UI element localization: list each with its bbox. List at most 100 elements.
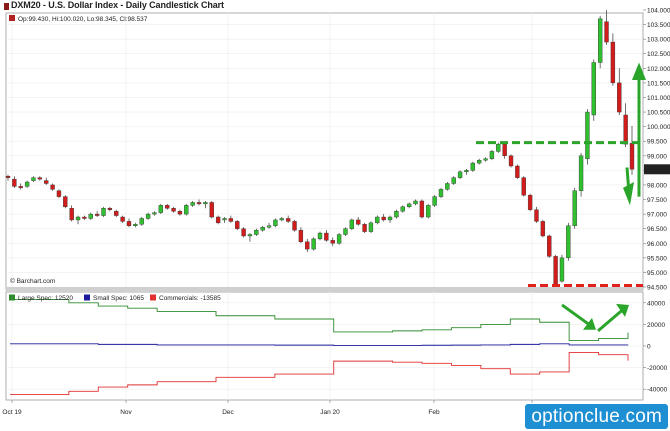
price-tick-label: 95.000 xyxy=(647,270,667,277)
cot-tick-label: 0 xyxy=(647,344,651,351)
candle-down xyxy=(107,208,113,210)
source-label: © Barchart.com xyxy=(10,277,55,285)
candle-down xyxy=(177,210,183,215)
candle-up xyxy=(597,18,603,63)
candle-down xyxy=(521,177,526,196)
candle-up xyxy=(343,228,348,235)
candle-up xyxy=(445,183,450,190)
candle-up xyxy=(145,213,151,219)
price-tick-label: 94.500 xyxy=(647,285,667,292)
candle-up xyxy=(578,155,584,191)
candle-down xyxy=(69,208,74,221)
candle-up xyxy=(566,225,571,259)
watermark-logo: optionclue.com xyxy=(525,404,668,429)
cot-legend-swatch xyxy=(84,294,90,301)
candle-down xyxy=(12,178,17,187)
price-tick-label: 96.500 xyxy=(647,226,667,233)
cot-legend-swatch xyxy=(9,294,15,301)
candle-up xyxy=(190,202,195,206)
candle-up xyxy=(470,162,475,171)
price-tick-label: 104.000 xyxy=(647,8,670,15)
candle-up xyxy=(279,218,284,221)
candle-down xyxy=(356,219,361,225)
candle-down xyxy=(629,143,635,170)
price-tick-label: 97.500 xyxy=(647,197,667,204)
candle-up xyxy=(247,234,253,237)
candle-down xyxy=(5,175,11,178)
candle-down xyxy=(381,216,386,221)
cot-legend-label: Small Spec: 1065 xyxy=(93,295,144,302)
candle-down xyxy=(515,165,520,178)
candle-up xyxy=(158,205,163,213)
x-tick-label: Jan 20 xyxy=(320,409,340,416)
candle-up xyxy=(489,151,495,159)
candle-down xyxy=(362,224,367,232)
candle-down xyxy=(419,200,425,218)
candle-down xyxy=(534,209,539,222)
price-tick-label: 99.500 xyxy=(647,139,667,146)
candle-up xyxy=(317,232,323,240)
candle-down xyxy=(209,202,214,218)
candle-up xyxy=(432,196,437,206)
price-tick-label: 102.000 xyxy=(647,66,670,73)
x-tick-label: Feb xyxy=(428,409,440,416)
candle-up xyxy=(273,219,278,226)
candle-down xyxy=(527,194,533,210)
cot-tick-label: -40000 xyxy=(647,387,668,394)
candle-up xyxy=(311,238,316,250)
candle-down xyxy=(540,221,546,237)
candle-down xyxy=(63,196,68,208)
candle-up xyxy=(496,143,501,152)
candle-down xyxy=(120,216,125,222)
candle-up xyxy=(152,212,157,215)
candle-up xyxy=(451,177,456,184)
price-tick-label: 100.500 xyxy=(647,110,670,117)
candle-down xyxy=(547,235,552,257)
candle-down xyxy=(610,41,616,84)
price-tick-label: 101.000 xyxy=(647,95,670,102)
candle-down xyxy=(165,205,170,209)
candle-up xyxy=(400,206,405,212)
last-price-label: 98.537 xyxy=(646,167,666,174)
price-tick-label: 103.500 xyxy=(647,22,670,29)
price-tick-label: 100.000 xyxy=(647,124,670,131)
candle-down xyxy=(553,256,558,285)
candle-down xyxy=(604,21,609,43)
chart-canvas: 104.000 103.500 103.000 102.500 102.000 101.5… xyxy=(2,8,670,416)
candle-down xyxy=(228,218,234,222)
candle-up xyxy=(254,229,259,235)
panel-separator xyxy=(6,287,643,292)
candle-up xyxy=(88,213,93,219)
cot-legend-label: Commercials: -13585 xyxy=(159,295,221,302)
candle-up xyxy=(483,158,488,161)
candle-up xyxy=(375,216,380,224)
candle-up xyxy=(203,202,208,205)
candle-down xyxy=(298,229,304,243)
candle-down xyxy=(508,155,514,167)
candle-up xyxy=(426,205,431,218)
candle-down xyxy=(196,202,202,205)
candle-up xyxy=(260,227,265,231)
candle-up xyxy=(477,159,482,164)
candle-down xyxy=(126,221,132,226)
candle-up xyxy=(31,177,36,181)
candle-down xyxy=(285,218,291,222)
candle-up xyxy=(139,218,144,225)
x-tick-label: Nov xyxy=(120,409,132,416)
candle-up xyxy=(591,62,596,116)
candle-up xyxy=(413,200,418,205)
candle-up xyxy=(133,224,138,226)
candle-down xyxy=(292,221,297,231)
candle-up xyxy=(336,234,342,244)
candle-up xyxy=(559,257,565,282)
candle-down xyxy=(330,240,335,244)
candle-down xyxy=(82,216,87,219)
candle-up xyxy=(266,225,272,228)
candle-up xyxy=(572,190,577,226)
cot-tick-label: 40000 xyxy=(647,300,665,307)
candle-up xyxy=(349,219,355,229)
candle-up xyxy=(457,171,463,178)
candle-up xyxy=(438,189,444,197)
candle-down xyxy=(56,190,62,197)
price-tick-label: 102.500 xyxy=(647,51,670,58)
